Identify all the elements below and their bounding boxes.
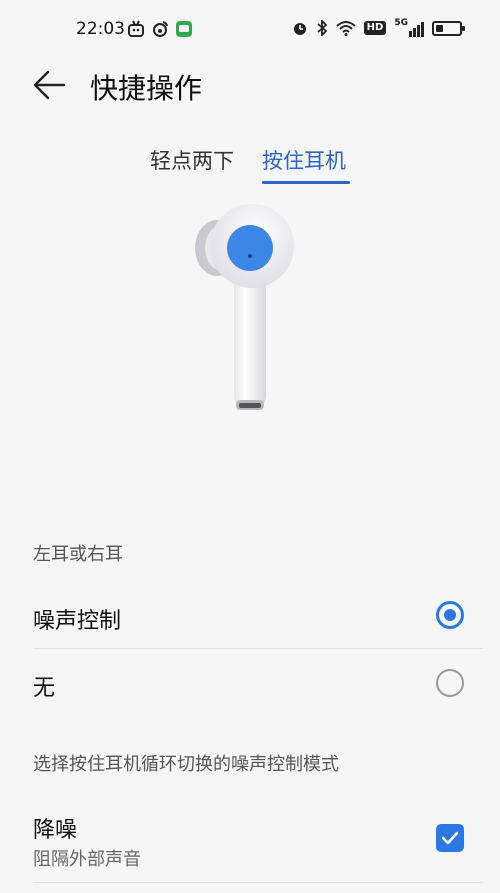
option-label: 噪声控制 bbox=[33, 609, 122, 634]
arrow-left-icon bbox=[33, 70, 66, 100]
option-label: 降噪 bbox=[33, 818, 78, 843]
tab-double-tap[interactable]: 轻点两下 bbox=[150, 145, 234, 175]
status-time: 22:03 bbox=[76, 19, 125, 39]
app-bar: 快捷操作 bbox=[0, 60, 500, 110]
earbud-illustration bbox=[195, 204, 294, 410]
back-button[interactable] bbox=[30, 68, 70, 102]
checkmark-icon bbox=[441, 831, 459, 845]
bluetooth-icon bbox=[317, 20, 327, 36]
radio-none[interactable] bbox=[436, 669, 464, 697]
gesture-tabs: 轻点两下 按住耳机 bbox=[0, 145, 500, 189]
option-label: 无 bbox=[33, 676, 56, 701]
radio-noise-control[interactable] bbox=[436, 601, 464, 629]
signal-5g-icon: 5G bbox=[394, 19, 424, 37]
section-caption-noise-mode: 选择按住耳机循环切换的噪声控制模式 bbox=[33, 754, 339, 775]
divider bbox=[33, 648, 483, 649]
active-tab-indicator bbox=[262, 181, 350, 184]
option-description: 阻隔外部声音 bbox=[33, 849, 141, 870]
alarm-icon bbox=[293, 23, 306, 35]
option-none[interactable]: 无 bbox=[0, 652, 500, 714]
checkbox-noise-cancelling[interactable] bbox=[436, 824, 464, 852]
wifi-icon bbox=[336, 21, 356, 36]
tab-press-hold[interactable]: 按住耳机 bbox=[262, 145, 346, 175]
network-type-label: 5G bbox=[394, 18, 408, 28]
message-app-icon bbox=[176, 21, 192, 37]
option-noise-cancelling[interactable]: 降噪 阻隔外部声音 bbox=[0, 800, 500, 880]
tv-app-icon bbox=[128, 20, 144, 37]
section-caption-ear: 左耳或右耳 bbox=[33, 544, 123, 565]
page-title: 快捷操作 bbox=[90, 72, 203, 105]
status-bar: 22:03 HD 5G bbox=[0, 0, 500, 60]
weibo-icon bbox=[153, 21, 168, 37]
option-noise-control[interactable]: 噪声控制 bbox=[0, 585, 500, 647]
press-area-highlight bbox=[227, 225, 273, 271]
battery-icon bbox=[432, 20, 465, 36]
hd-icon: HD bbox=[363, 21, 387, 35]
divider bbox=[33, 882, 483, 883]
